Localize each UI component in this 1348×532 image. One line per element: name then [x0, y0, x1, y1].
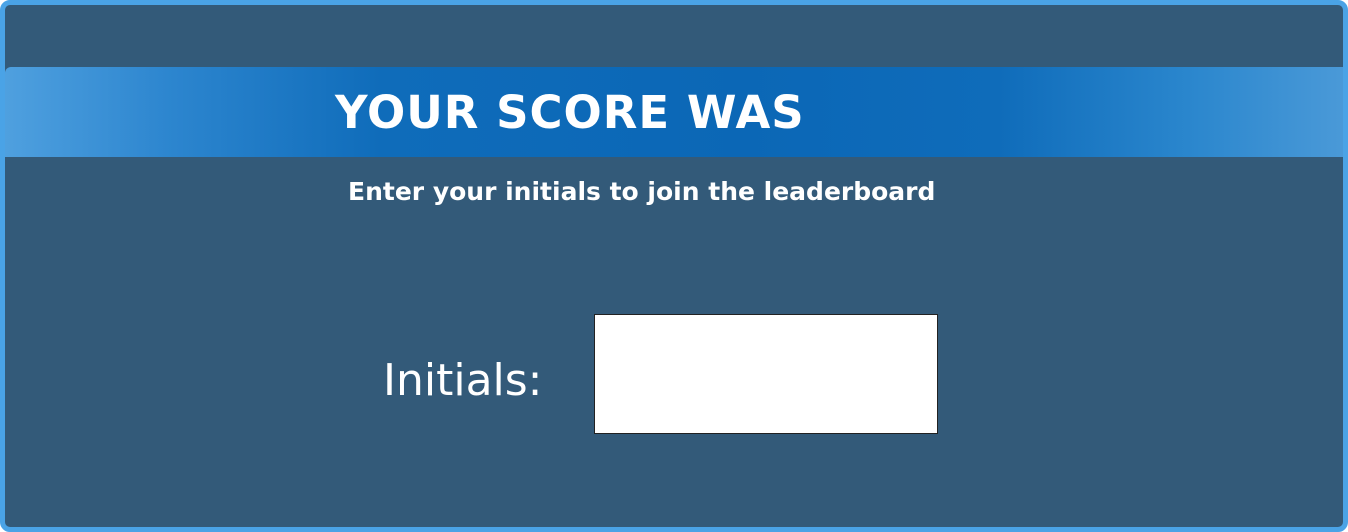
score-title: YOUR SCORE WAS	[335, 86, 805, 139]
score-banner: YOUR SCORE WAS	[5, 67, 1343, 157]
leaderboard-prompt: Enter your initials to join the leaderbo…	[348, 177, 936, 206]
score-entry-panel: YOUR SCORE WAS Enter your initials to jo…	[0, 0, 1348, 532]
initials-input[interactable]	[594, 314, 938, 434]
initials-label: Initials:	[383, 355, 543, 406]
